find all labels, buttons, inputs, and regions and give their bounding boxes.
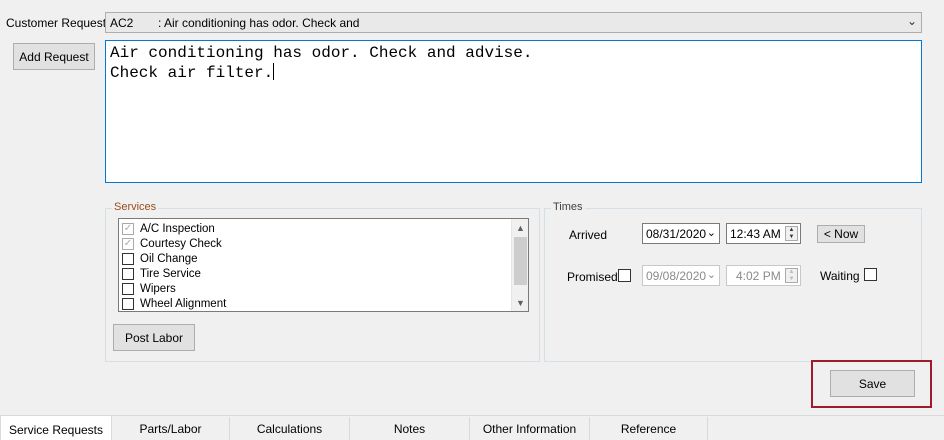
checkbox[interactable]: [122, 282, 134, 295]
customer-request-select[interactable]: AC2 : Air conditioning has odor. Check a…: [105, 12, 922, 33]
arrived-time-value: 12:43 AM: [730, 226, 781, 241]
checkbox-checked[interactable]: ✓: [122, 237, 134, 250]
text-caret: [273, 63, 275, 80]
service-label: Wheel Alignment: [140, 297, 227, 310]
now-button[interactable]: < Now: [817, 225, 865, 243]
service-label: Courtesy Check: [140, 237, 222, 250]
add-request-button[interactable]: Add Request: [13, 43, 95, 70]
service-label: Tire Service: [140, 267, 201, 280]
post-labor-button[interactable]: Post Labor: [113, 324, 195, 351]
request-notes-text: Air conditioning has odor. Check and adv…: [110, 44, 533, 82]
spin-down-icon[interactable]: ▼: [786, 276, 797, 283]
services-list[interactable]: ✓ A/C Inspection ✓ Courtesy Check Oil Ch…: [118, 218, 529, 312]
promised-time-picker[interactable]: 4:02 PM ▲ ▼: [726, 265, 801, 286]
checkbox-checked[interactable]: ✓: [122, 222, 134, 235]
service-label: A/C Inspection: [140, 222, 215, 235]
services-group-title: Services: [112, 201, 159, 213]
chevron-down-icon[interactable]: ⌄: [907, 14, 917, 28]
chevron-down-icon[interactable]: ⌄: [707, 226, 716, 239]
arrived-label: Arrived: [569, 228, 608, 242]
spin-up-icon[interactable]: ▲: [786, 269, 797, 276]
services-scrollbar[interactable]: ▲ ▼: [511, 219, 528, 311]
promised-time-value: 4:02 PM: [736, 268, 781, 283]
list-item[interactable]: Wheel Alignment: [122, 296, 226, 311]
times-group-title: Times: [551, 201, 585, 213]
waiting-checkbox[interactable]: [864, 268, 877, 281]
list-item[interactable]: ✓ Courtesy Check: [122, 236, 222, 251]
tab-reference[interactable]: Reference: [590, 417, 708, 440]
promised-checkbox[interactable]: [618, 269, 631, 282]
time-spinner[interactable]: ▲ ▼: [785, 226, 798, 241]
promised-date-picker[interactable]: 09/08/2020 ⌄: [642, 265, 720, 286]
scroll-down-icon[interactable]: ▼: [512, 294, 528, 311]
service-label: Oil Change: [140, 252, 198, 265]
list-item[interactable]: Tire Service: [122, 266, 201, 281]
chevron-down-icon[interactable]: ⌄: [707, 268, 716, 281]
list-item[interactable]: Oil Change: [122, 251, 198, 266]
customer-request-label: Customer Request:: [6, 16, 110, 30]
checkbox[interactable]: [122, 252, 134, 265]
promised-label: Promised: [567, 270, 618, 284]
spin-up-icon[interactable]: ▲: [786, 227, 797, 234]
list-item[interactable]: ✓ A/C Inspection: [122, 221, 215, 236]
checkbox[interactable]: [122, 297, 134, 310]
request-code: AC2: [110, 15, 134, 30]
waiting-label: Waiting: [820, 269, 860, 283]
tab-notes[interactable]: Notes: [350, 417, 470, 440]
request-summary: : Air conditioning has odor. Check and: [158, 15, 360, 30]
service-label: Wipers: [140, 282, 176, 295]
arrived-date-value: 08/31/2020: [646, 226, 707, 241]
save-button[interactable]: Save: [830, 370, 915, 397]
promised-date-value: 09/08/2020: [646, 268, 707, 283]
request-notes-textarea[interactable]: Air conditioning has odor. Check and adv…: [105, 40, 922, 183]
tab-service-requests[interactable]: Service Requests: [0, 416, 112, 440]
tab-calculations[interactable]: Calculations: [230, 417, 350, 440]
list-item[interactable]: Wipers: [122, 281, 176, 296]
time-spinner[interactable]: ▲ ▼: [785, 268, 798, 283]
arrived-time-picker[interactable]: 12:43 AM ▲ ▼: [726, 223, 801, 244]
checkbox[interactable]: [122, 267, 134, 280]
scroll-up-icon[interactable]: ▲: [512, 219, 528, 236]
tab-other-information[interactable]: Other Information: [470, 417, 590, 440]
scroll-thumb[interactable]: [514, 237, 527, 285]
arrived-date-picker[interactable]: 08/31/2020 ⌄: [642, 223, 720, 244]
tab-parts-labor[interactable]: Parts/Labor: [112, 417, 230, 440]
spin-down-icon[interactable]: ▼: [786, 234, 797, 241]
tab-bar: Service Requests Parts/Labor Calculation…: [0, 415, 944, 440]
